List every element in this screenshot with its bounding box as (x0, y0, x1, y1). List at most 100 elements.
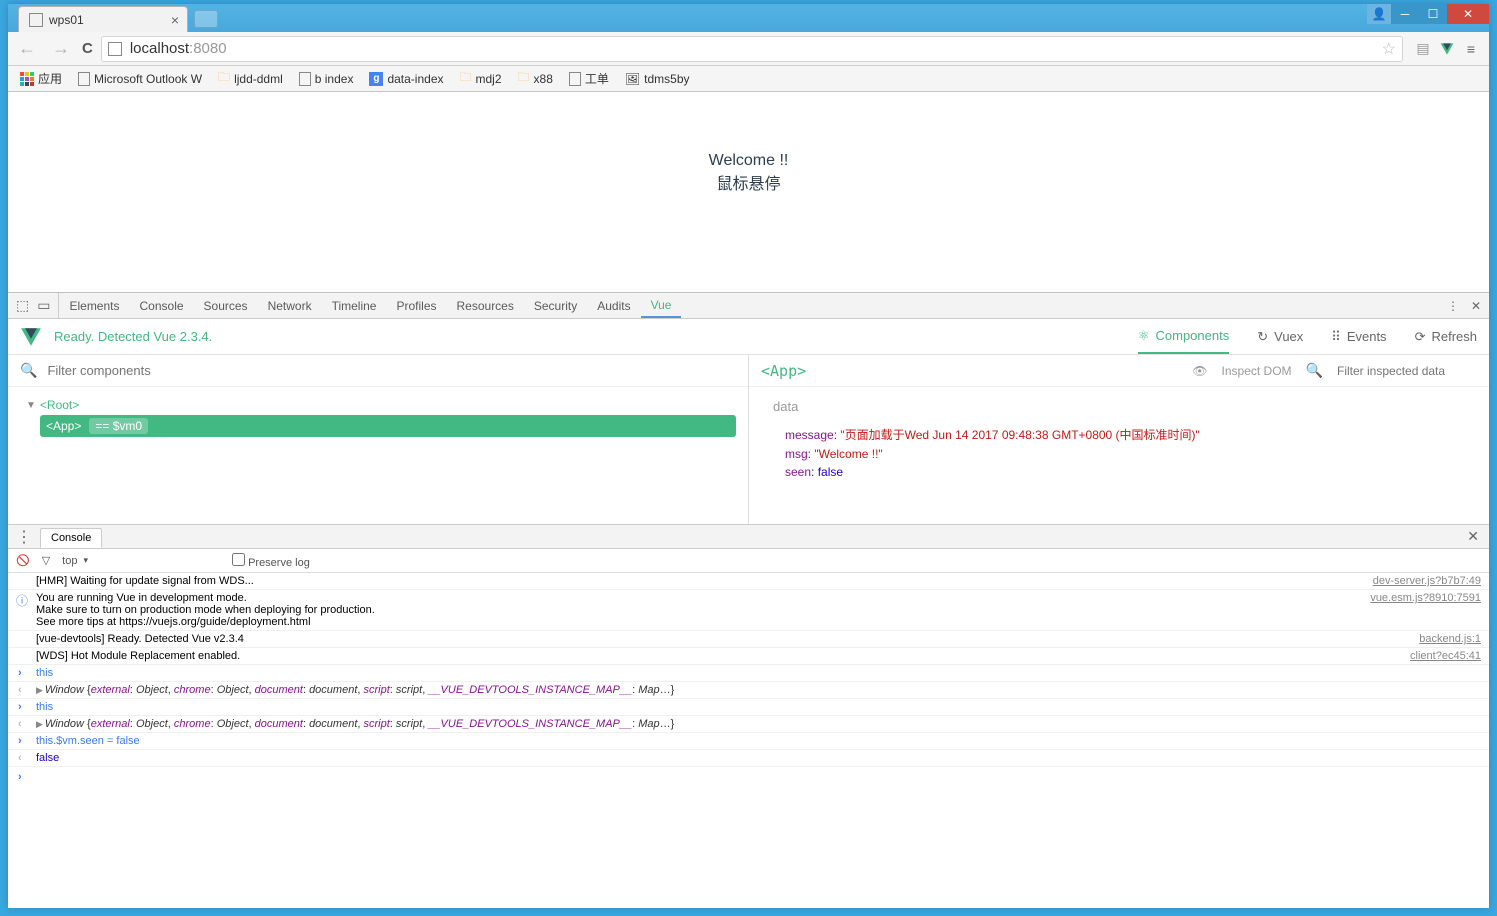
components-icon: ⚛ (1138, 328, 1150, 344)
titlebar: wps01 × 👤 ─ ☐ ✕ (8, 4, 1489, 32)
vue-tab-vuex[interactable]: ↻Vuex (1257, 321, 1303, 353)
bookmark-item[interactable]: Microsoft Outlook W (72, 70, 208, 88)
vuex-icon: ↻ (1257, 329, 1268, 345)
vue-tab-components[interactable]: ⚛Components (1138, 320, 1229, 354)
devtools-menu-icon[interactable]: ⋮ (1447, 299, 1459, 313)
source-link[interactable]: vue.esm.js?8910:7591 (1358, 592, 1481, 628)
console-toolbar: 🚫 ▽ top Preserve log (8, 549, 1489, 573)
tree-app-selected[interactable]: <App> == $vm0 (40, 415, 736, 437)
drawer-menu-icon[interactable]: ⋮ (8, 527, 40, 547)
vue-refresh-button[interactable]: ⟳Refresh (1415, 321, 1477, 353)
minimize-button[interactable]: ─ (1391, 4, 1419, 24)
forward-button[interactable]: → (48, 38, 74, 59)
page-icon (569, 72, 581, 86)
tab-elements[interactable]: Elements (59, 293, 129, 318)
favicon-icon (29, 13, 43, 27)
bookmark-item[interactable]: 工单 (563, 68, 615, 89)
folder-icon: 🗀 (460, 68, 472, 89)
console-line: false (8, 750, 1489, 767)
source-link[interactable]: backend.js:1 (1407, 633, 1481, 645)
bookmark-star-icon[interactable]: ☆ (1382, 39, 1396, 59)
console-log[interactable]: [HMR] Waiting for update signal from WDS… (8, 573, 1489, 908)
context-selector[interactable]: top (62, 555, 88, 567)
component-name: <App> (761, 362, 806, 380)
devtools-close-icon[interactable]: ✕ (1471, 299, 1481, 313)
drawer-tabbar: ⋮ Console ✕ (8, 525, 1489, 549)
vue-logo-icon (1439, 41, 1455, 57)
reload-button[interactable]: C (82, 40, 93, 57)
inspect-dom-button[interactable]: Inspect DOM (1222, 364, 1292, 378)
new-tab-button[interactable] (194, 10, 218, 28)
console-line: ▶Window {external: Object, chrome: Objec… (8, 716, 1489, 733)
source-link[interactable]: client?ec45:41 (1398, 650, 1481, 662)
tab-audits[interactable]: Audits (587, 293, 640, 318)
refresh-icon: ⟳ (1415, 329, 1426, 345)
clear-console-icon[interactable]: 🚫 (16, 554, 30, 567)
tab-resources[interactable]: Resources (447, 293, 524, 318)
browser-tab[interactable]: wps01 × (18, 6, 188, 32)
bookmark-item[interactable]: gdata-index (363, 70, 449, 88)
component-tree-panel: 🔍 ▼<Root> <App> == $vm0 (8, 355, 749, 524)
preserve-log-checkbox[interactable]: Preserve log (232, 553, 310, 569)
hover-text: 鼠标悬停 (716, 170, 780, 194)
drawer-close-icon[interactable]: ✕ (1457, 528, 1489, 545)
search-icon: 🔍 (20, 362, 37, 379)
console-prompt[interactable] (8, 767, 1489, 775)
omnibox[interactable]: localhost:8080 ☆ (101, 36, 1403, 62)
tab-security[interactable]: Security (524, 293, 587, 318)
bookmark-item[interactable]: 🗀ljdd-ddml (212, 66, 289, 91)
filter-components-input[interactable] (47, 363, 736, 378)
tree-root[interactable]: ▼<Root> (20, 395, 736, 415)
google-icon: g (369, 72, 383, 86)
apps-icon (20, 72, 34, 86)
tab-sources[interactable]: Sources (194, 293, 258, 318)
extension-icon[interactable]: ▤ (1415, 41, 1431, 57)
tab-title: wps01 (49, 13, 84, 27)
back-button[interactable]: ← (14, 38, 40, 59)
vue-status: Ready. Detected Vue 2.3.4. (54, 329, 212, 344)
vue-devtools-extension-icon[interactable] (1439, 41, 1455, 57)
console-line: [vue-devtools] Ready. Detected Vue v2.3.… (8, 631, 1489, 648)
device-toggle-icon[interactable]: ▭ (37, 297, 50, 314)
tab-profiles[interactable]: Profiles (386, 293, 446, 318)
window-close-button[interactable]: ✕ (1447, 4, 1489, 24)
bookmarks-bar: 应用 Microsoft Outlook W 🗀ljdd-ddml b inde… (8, 66, 1489, 92)
filter-icon[interactable]: ▽ (42, 554, 50, 567)
folder-icon: 🗀 (518, 68, 530, 89)
drawer-tab-console[interactable]: Console (40, 528, 102, 548)
vue-logo-icon (20, 326, 42, 348)
welcome-text: Welcome !! (709, 152, 789, 170)
data-row: msg: "Welcome !!" (773, 445, 1465, 463)
inspect-element-icon[interactable]: ⬚ (16, 297, 29, 314)
console-line[interactable]: this (8, 699, 1489, 716)
data-row: message: "页面加载于Wed Jun 14 2017 09:48:38 … (773, 424, 1465, 445)
bookmark-item[interactable]: 🖼tdms5by (619, 70, 696, 88)
bookmark-item[interactable]: b index (293, 70, 360, 88)
user-button[interactable]: 👤 (1367, 4, 1391, 24)
apps-button[interactable]: 应用 (14, 68, 68, 89)
page-icon (78, 72, 90, 86)
tab-vue[interactable]: Vue (641, 293, 682, 318)
console-line[interactable]: this.$vm.seen = false (8, 733, 1489, 750)
bookmark-item[interactable]: 🗀x88 (512, 66, 559, 91)
apps-label: 应用 (38, 70, 62, 87)
source-link[interactable]: dev-server.js?b7b7:49 (1361, 575, 1481, 587)
console-line: [HMR] Waiting for update signal from WDS… (8, 573, 1489, 590)
menu-icon[interactable]: ≡ (1463, 41, 1479, 57)
tab-console[interactable]: Console (130, 293, 194, 318)
maximize-button[interactable]: ☐ (1419, 4, 1447, 24)
tab-network[interactable]: Network (258, 293, 322, 318)
console-line[interactable]: this (8, 665, 1489, 682)
bookmark-item[interactable]: 🗀mdj2 (454, 66, 508, 91)
events-icon: ⠿ (1331, 329, 1341, 345)
tab-close-icon[interactable]: × (171, 12, 179, 28)
folder-icon: 🗀 (218, 68, 230, 89)
tab-timeline[interactable]: Timeline (322, 293, 387, 318)
vue-tab-events[interactable]: ⠿Events (1331, 321, 1386, 353)
vue-banner: Ready. Detected Vue 2.3.4. ⚛Components ↻… (8, 319, 1489, 355)
page-content: Welcome !! 鼠标悬停 (8, 92, 1489, 292)
page-icon (108, 42, 122, 56)
filter-data-input[interactable] (1337, 364, 1477, 378)
console-line: [WDS] Hot Module Replacement enabled.cli… (8, 648, 1489, 665)
image-icon: 🖼 (625, 72, 640, 86)
